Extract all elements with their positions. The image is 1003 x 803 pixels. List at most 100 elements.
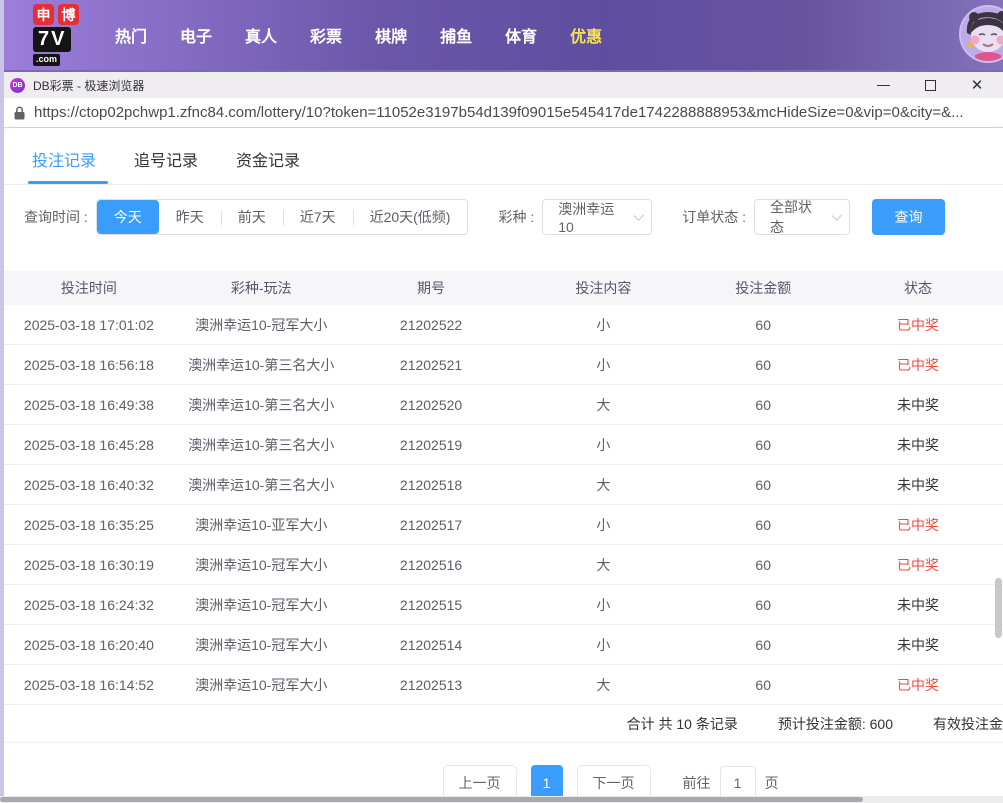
nav-menu-item[interactable]: 棋牌: [375, 23, 407, 47]
goto-page-input[interactable]: [719, 766, 756, 800]
time-filter-option[interactable]: 今天: [96, 200, 159, 234]
issue-number-cell: 21202514: [399, 636, 463, 653]
window-left-border: [0, 0, 4, 803]
bet-content-cell: 小: [596, 316, 611, 333]
bet-content-cell: 小: [596, 436, 611, 453]
logo-main-text: 7V: [33, 27, 72, 52]
table-body: 2025-03-18 17:01:02 澳洲幸运10-冠军大小 21202522…: [4, 305, 1003, 705]
table-row: 2025-03-18 16:45:28 澳洲幸运10-第三名大小 2120251…: [4, 425, 1003, 465]
vertical-scrollbar[interactable]: [995, 578, 1002, 638]
record-tab[interactable]: 追号记录: [134, 134, 198, 184]
db-favicon-icon: DB: [10, 77, 25, 93]
bet-time-cell: 2025-03-18 16:30:19: [23, 556, 154, 573]
logo-badges: 申 博: [33, 4, 79, 25]
column-header: 状态: [904, 280, 933, 296]
bet-amount-cell: 60: [755, 676, 771, 693]
bet-time-cell: 2025-03-18 16:45:28: [23, 436, 154, 453]
bet-content-cell: 小: [596, 356, 611, 373]
nav-menu-item[interactable]: 电子: [180, 23, 212, 47]
search-button[interactable]: 查询: [872, 199, 946, 235]
window-controls: ✕: [875, 77, 991, 93]
status-cell: 已中奖: [897, 516, 940, 533]
bet-content-cell: 大: [596, 676, 611, 693]
logo-badge-left: 申: [33, 4, 54, 25]
site-navbar: 申 博 7V .com 热门 电子 真人 彩票 棋牌 捕鱼 体育 优惠: [0, 0, 1003, 70]
bet-amount-cell: 60: [755, 356, 771, 373]
bet-content-cell: 小: [596, 596, 611, 613]
issue-number-cell: 21202519: [399, 436, 463, 453]
table-row: 2025-03-18 16:20:40 澳洲幸运10-冠军大小 21202514…: [4, 625, 1003, 665]
goto-label: 前往: [682, 775, 711, 791]
nav-menu-item[interactable]: 热门: [115, 23, 147, 47]
game-play-cell: 澳洲幸运10-冠军大小: [195, 676, 328, 693]
page-content: 投注记录 追号记录 资金记录 查询时间 : 今天 昨天 前天 近7天 近20天(…: [0, 128, 1003, 801]
window-title: DB彩票 - 极速浏览器: [33, 78, 145, 93]
bet-amount-cell: 60: [755, 476, 771, 493]
avatar-image: [961, 7, 1003, 61]
logo-suffix-text: .com: [33, 54, 61, 66]
time-filter-option[interactable]: 前天: [220, 200, 283, 234]
time-filter-option[interactable]: 昨天: [159, 200, 221, 234]
status-cell: 未中奖: [897, 436, 940, 453]
order-status-select[interactable]: 全部状态: [754, 199, 851, 235]
nav-menu-item[interactable]: 真人: [245, 23, 277, 47]
status-cell: 未中奖: [897, 596, 940, 613]
bet-time-cell: 2025-03-18 16:40:32: [23, 476, 154, 493]
record-tab[interactable]: 资金记录: [236, 134, 300, 184]
bet-amount-cell: 60: [755, 516, 771, 533]
bet-content-cell: 小: [596, 636, 611, 653]
url-text[interactable]: https://ctop02pchwp1.zfnc84.com/lottery/…: [34, 104, 964, 121]
site-logo[interactable]: 申 博 7V .com: [33, 4, 79, 66]
bet-time-cell: 2025-03-18 16:56:18: [23, 356, 154, 373]
table-row: 2025-03-18 16:24:32 澳洲幸运10-冠军大小 21202515…: [4, 585, 1003, 625]
bet-content-cell: 大: [596, 556, 611, 573]
game-play-cell: 澳洲幸运10-第三名大小: [188, 356, 335, 373]
nav-menu-item[interactable]: 捕鱼: [440, 23, 472, 47]
bet-amount-cell: 60: [755, 636, 771, 653]
issue-number-cell: 21202518: [399, 476, 463, 493]
record-tab[interactable]: 投注记录: [27, 134, 109, 184]
nav-menu-item[interactable]: 彩票: [310, 23, 342, 47]
table-row: 2025-03-18 16:30:19 澳洲幸运10-冠军大小 21202516…: [4, 545, 1003, 585]
browser-urlbar: https://ctop02pchwp1.zfnc84.com/lottery/…: [0, 98, 1003, 128]
bet-time-cell: 2025-03-18 16:20:40: [23, 636, 154, 653]
issue-number-cell: 21202516: [399, 556, 463, 573]
bet-content-cell: 小: [596, 516, 611, 533]
minimize-icon: [876, 84, 890, 86]
nav-menu-item[interactable]: 体育: [505, 23, 537, 47]
bet-time-cell: 2025-03-18 16:35:25: [23, 516, 154, 533]
horizontal-scrollbar-track[interactable]: [0, 796, 1003, 803]
issue-number-cell: 21202521: [399, 356, 463, 373]
close-icon: ✕: [970, 76, 984, 94]
table-row: 2025-03-18 16:40:32 澳洲幸运10-第三名大小 2120251…: [4, 465, 1003, 505]
expected-amount-text: 预计投注金额: 600: [777, 715, 893, 732]
app-window: 申 博 7V .com 热门 电子 真人 彩票 棋牌 捕鱼 体育 优惠 DB D…: [0, 0, 1003, 803]
minimize-button[interactable]: [875, 77, 891, 93]
bet-amount-cell: 60: [755, 316, 771, 333]
maximize-icon: [924, 79, 936, 91]
maximize-button[interactable]: [922, 77, 938, 93]
chevron-down-icon: [831, 210, 843, 221]
time-filter-option[interactable]: 近7天: [282, 200, 353, 234]
horizontal-scrollbar-thumb[interactable]: [0, 797, 863, 802]
bet-time-cell: 2025-03-18 16:14:52: [23, 676, 154, 693]
bet-time-cell: 2025-03-18 16:24:32: [23, 596, 154, 613]
bet-content-cell: 大: [596, 396, 611, 413]
lottery-select[interactable]: 澳洲幸运10: [542, 199, 653, 235]
game-play-cell: 澳洲幸运10-冠军大小: [195, 556, 328, 573]
game-play-cell: 澳洲幸运10-第三名大小: [188, 436, 335, 453]
bet-content-cell: 大: [596, 476, 611, 493]
time-filter-option[interactable]: 近20天(低频): [352, 200, 468, 234]
table-row: 2025-03-18 17:01:02 澳洲幸运10-冠军大小 21202522…: [4, 305, 1003, 345]
goto-page-group: 前往 页: [683, 766, 779, 800]
close-button[interactable]: ✕: [969, 77, 985, 93]
user-avatar[interactable]: [959, 5, 1003, 63]
lock-icon[interactable]: [14, 106, 25, 120]
bet-amount-cell: 60: [755, 596, 771, 613]
column-header: 投注时间: [60, 280, 117, 296]
column-header: 彩种-玩法: [230, 280, 292, 296]
bet-amount-cell: 60: [755, 436, 771, 453]
nav-menu-item[interactable]: 优惠: [570, 23, 602, 47]
record-count-text: 合计 共 10 条记录: [626, 715, 738, 732]
goto-unit-label: 页: [764, 775, 779, 791]
